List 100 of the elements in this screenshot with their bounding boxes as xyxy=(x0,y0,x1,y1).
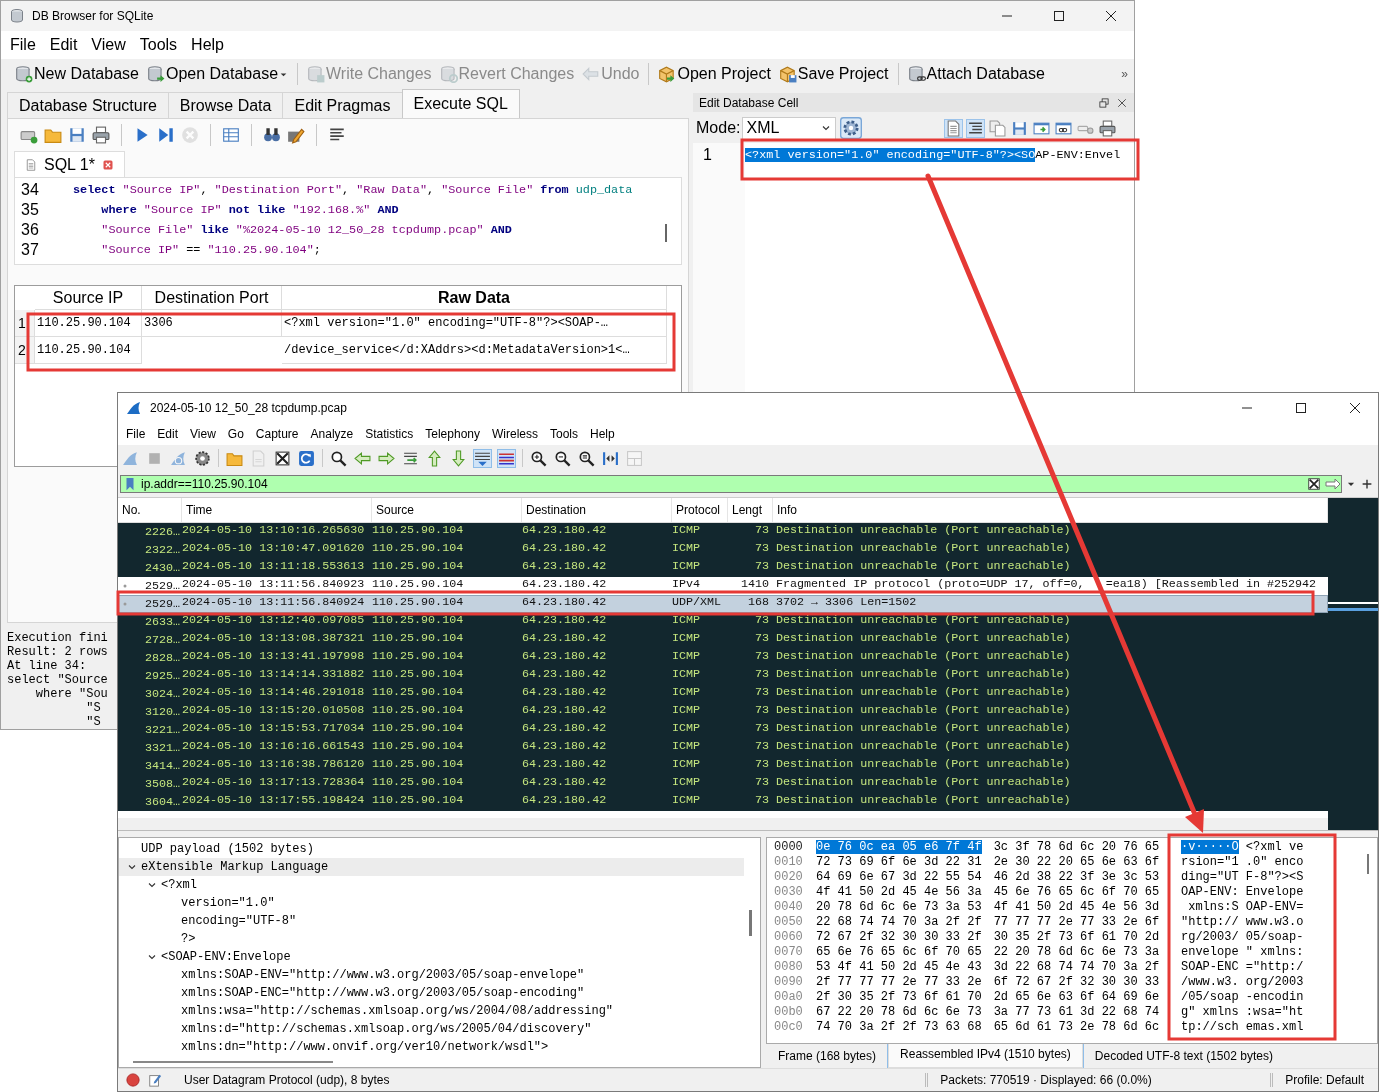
packet-row[interactable]: 2322… 2024-05-10 13:10:47.091620 110.25.90.104 64.23.180.42 ICMP 73 Destination unreachable (Port unreachable) xyxy=(118,541,1328,559)
record-icon[interactable] xyxy=(126,1073,140,1087)
packet-row[interactable]: 2925… 2024-05-10 13:14:14.331882 110.25.90.104 64.23.180.42 ICMP 73 Destination unreachable (Port unreachable) xyxy=(118,667,1328,685)
toolbar-button[interactable]: Attach Database xyxy=(903,60,1049,88)
menu-item[interactable]: View xyxy=(184,427,222,441)
mode-dropdown[interactable]: XML xyxy=(742,116,837,140)
packet-row[interactable]: 2226… 2024-05-10 13:10:16.265630 110.25.90.104 64.23.180.42 ICMP 73 Destination unreachable (Port unreachable) xyxy=(118,523,1328,541)
down-arrow-icon[interactable] xyxy=(450,449,467,467)
column-header[interactable]: No. xyxy=(118,498,182,522)
column-header[interactable]: Time xyxy=(182,498,372,522)
packet-row[interactable]: 2529… 2024-05-10 13:11:56.840924 110.25.90.104 64.23.180.42 UDP/XML 168 3702 → 3306 Len=1502 xyxy=(118,595,1328,613)
tree-item[interactable]: xmlns:SOAP-ENC="http://www.w3.org/2003/05/soap-encoding" xyxy=(119,984,744,1002)
tree-item[interactable]: eXtensible Markup Language xyxy=(119,858,744,876)
menu-item[interactable]: File xyxy=(120,427,152,441)
column-arrows-icon[interactable] xyxy=(602,449,619,467)
left-arrow-icon[interactable] xyxy=(354,449,371,467)
overflow-chevron[interactable]: » xyxy=(1121,67,1134,81)
menu-item[interactable]: Go xyxy=(221,427,250,441)
colored-lines-icon[interactable] xyxy=(498,449,515,467)
play-bar-icon[interactable] xyxy=(157,126,175,144)
right-arrow-icon[interactable] xyxy=(1325,476,1341,492)
packet-row[interactable]: 3508… 2024-05-10 13:17:13.728364 110.25.90.104 64.23.180.42 ICMP 73 Destination unreachable (Port unreachable) xyxy=(118,775,1328,793)
tab[interactable]: Reassembled IPv4 (1510 bytes) xyxy=(888,1042,1083,1068)
pencil-icon[interactable] xyxy=(287,126,305,144)
menu-item[interactable]: Wireless xyxy=(486,427,544,441)
close-icon[interactable] xyxy=(1103,8,1119,24)
column-header[interactable]: Source IP xyxy=(35,286,142,310)
right-arrow-icon[interactable] xyxy=(378,449,395,467)
packet-row[interactable]: 3604… 2024-05-10 13:17:55.198424 110.25.90.104 64.23.180.42 ICMP 73 Destination unreachable (Port unreachable) xyxy=(118,793,1328,811)
packet-row[interactable]: 3321… 2024-05-10 13:16:16.661543 110.25.90.104 64.23.180.42 ICMP 73 Destination unreachable (Port unreachable) xyxy=(118,739,1328,757)
toolbar-button[interactable]: Open Database xyxy=(142,60,293,88)
menu-item[interactable]: Edit xyxy=(151,427,185,441)
menu-item[interactable]: File xyxy=(3,36,43,54)
tree-item[interactable]: <SOAP-ENV:Envelope xyxy=(119,948,744,966)
column-header[interactable]: Lengt xyxy=(728,498,773,522)
column-header[interactable]: Destination xyxy=(522,498,672,522)
gear-icon[interactable] xyxy=(194,449,211,467)
editor-tab[interactable]: SQL 1* xyxy=(14,151,125,177)
tree-item[interactable]: <?xml xyxy=(119,876,744,894)
folder-icon[interactable] xyxy=(44,126,62,144)
menu-item[interactable]: Tools xyxy=(132,36,185,54)
filter-field[interactable]: ip.addr==110.25.90.104 xyxy=(120,475,1342,493)
tab[interactable]: Frame (168 bytes) xyxy=(766,1044,889,1068)
restore-icon[interactable] xyxy=(1098,96,1110,109)
tree-item[interactable]: version="1.0" xyxy=(119,894,744,912)
gear-icon[interactable] xyxy=(840,117,863,139)
up-arrow-icon[interactable] xyxy=(426,449,443,467)
column-header[interactable]: Protocol xyxy=(672,498,728,522)
toolbar-button[interactable]: New Database xyxy=(11,60,143,88)
tab[interactable]: Decoded UTF-8 text (1502 bytes) xyxy=(1082,1044,1285,1068)
menu-item[interactable]: Telephony xyxy=(419,427,486,441)
menu-item[interactable]: Help xyxy=(584,427,621,441)
binoculars-icon[interactable] xyxy=(263,126,281,144)
table-icon[interactable] xyxy=(222,126,240,144)
printer-icon[interactable] xyxy=(92,126,110,144)
column-header[interactable]: Source xyxy=(372,498,522,522)
column-header[interactable]: Raw Data xyxy=(282,286,667,310)
notepad-pencil-icon[interactable] xyxy=(148,1073,162,1087)
zoom-in-icon[interactable] xyxy=(530,449,547,467)
maximize-icon[interactable] xyxy=(1051,8,1067,24)
tree-item[interactable]: xmlns:wsa="http://schemas.xmlsoap.org/ws/2004/08/addressing" xyxy=(119,1002,744,1020)
tree-item[interactable]: xmlns:dn="http://www.onvif.org/ver10/network/wsdl"> xyxy=(119,1038,744,1056)
zoom-reset-icon[interactable] xyxy=(578,449,595,467)
toolbar-button[interactable]: Open Project xyxy=(654,60,775,88)
packet-row[interactable]: 3024… 2024-05-10 13:14:46.291018 110.25.90.104 64.23.180.42 ICMP 73 Destination unreachable (Port unreachable) xyxy=(118,685,1328,703)
tree-item[interactable]: xmlns:d="http://schemas.xmlsoap.org/ws/2005/04/discovery" xyxy=(119,1020,744,1038)
indented-lines-icon[interactable] xyxy=(967,119,984,137)
x-box-icon[interactable] xyxy=(274,449,291,467)
tree-item[interactable]: ?> xyxy=(119,930,744,948)
document-icon[interactable] xyxy=(945,119,962,137)
x-box-icon[interactable] xyxy=(1307,477,1321,491)
menu-item[interactable]: Tools xyxy=(544,427,584,441)
packet-row[interactable]: 3221… 2024-05-10 13:15:53.717034 110.25.90.104 64.23.180.42 ICMP 73 Destination unreachable (Port unreachable) xyxy=(118,721,1328,739)
search-icon[interactable] xyxy=(330,449,347,467)
tab[interactable]: Database Structure xyxy=(7,92,169,118)
packet-row[interactable]: 3120… 2024-05-10 13:15:20.010508 110.25.90.104 64.23.180.42 ICMP 73 Destination unreachable (Port unreachable) xyxy=(118,703,1328,721)
close-icon[interactable] xyxy=(1347,400,1363,416)
menu-item[interactable]: Edit xyxy=(42,36,85,54)
printer-icon[interactable] xyxy=(1099,119,1116,137)
toolbar-button[interactable]: Save Project xyxy=(774,60,893,88)
packet-row[interactable]: 3414… 2024-05-10 13:16:38.786120 110.25.90.104 64.23.180.42 ICMP 73 Destination unreachable (Port unreachable) xyxy=(118,757,1328,775)
packet-row[interactable]: 2430… 2024-05-10 13:11:18.553613 110.25.90.104 64.23.180.42 ICMP 73 Destination unreachable (Port unreachable) xyxy=(118,559,1328,577)
tree-item[interactable]: xmlns:SOAP-ENV="http://www.w3.org/2003/05/soap-envelope" xyxy=(119,966,744,984)
documents-icon[interactable] xyxy=(989,119,1006,137)
tree-item[interactable]: UDP payload (1502 bytes) xyxy=(119,840,744,858)
maximize-icon[interactable] xyxy=(1293,400,1309,416)
tab[interactable]: Execute SQL xyxy=(401,89,520,118)
menu-item[interactable]: Help xyxy=(184,36,231,54)
menu-item[interactable]: Capture xyxy=(249,427,305,441)
zoom-out-icon[interactable] xyxy=(554,449,571,467)
menu-item[interactable]: View xyxy=(84,36,133,54)
column-header[interactable]: Destination Port xyxy=(142,286,282,310)
menu-item[interactable]: Analyze xyxy=(304,427,360,441)
menu-item[interactable]: Statistics xyxy=(359,427,420,441)
close-icon[interactable] xyxy=(1116,96,1128,109)
plus-icon[interactable] xyxy=(1360,477,1374,491)
packet-row[interactable]: 2728… 2024-05-10 13:13:08.387321 110.25.90.104 64.23.180.42 ICMP 73 Destination unreachable (Port unreachable) xyxy=(118,631,1328,649)
reload-icon[interactable] xyxy=(298,449,315,467)
tree-item[interactable]: encoding="UTF-8" xyxy=(119,912,744,930)
packet-row[interactable]: 2828… 2024-05-10 13:13:41.197998 110.25.90.104 64.23.180.42 ICMP 73 Destination unreachable (Port unreachable) xyxy=(118,649,1328,667)
